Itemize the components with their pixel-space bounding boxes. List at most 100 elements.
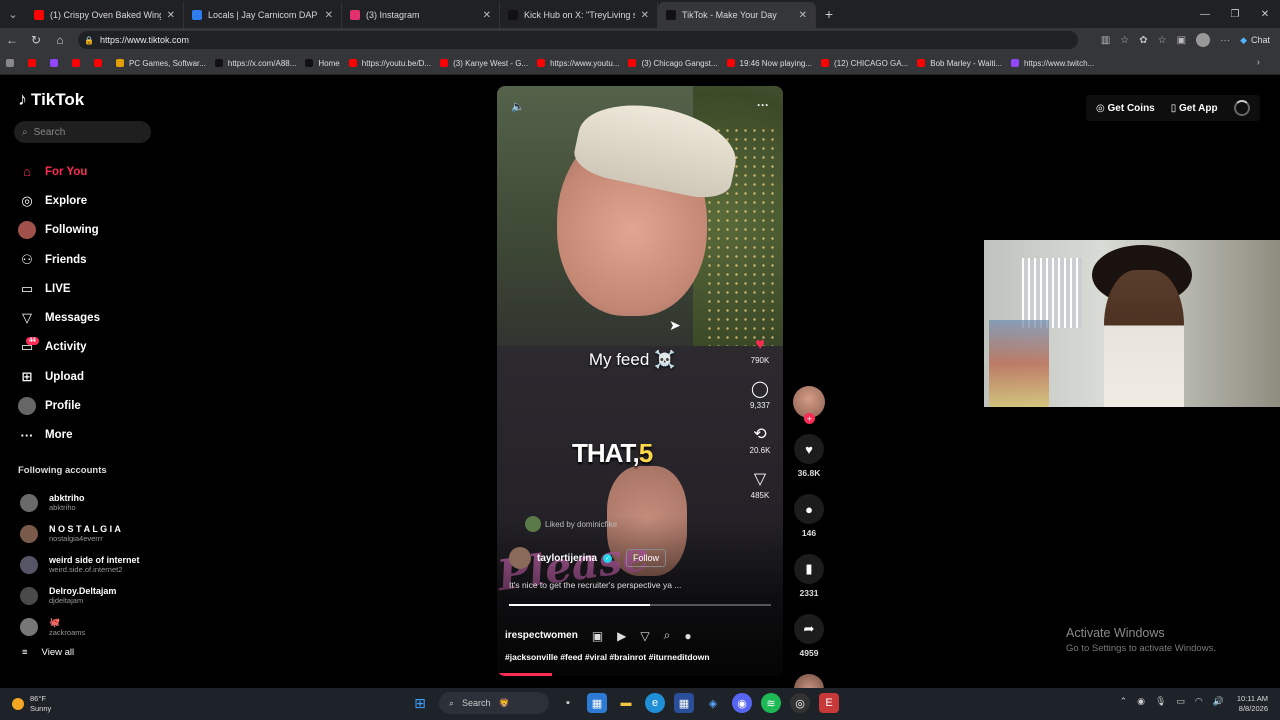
bookmark-item[interactable]: Bob Marley - Waiti... xyxy=(917,59,1002,68)
task-view-icon[interactable]: ▪ xyxy=(558,693,578,713)
video-player[interactable]: Please 🔈 ··· My feed ☠️ THAT,5 ♥790K◯9,3… xyxy=(497,86,783,676)
wifi-icon[interactable]: ◠ xyxy=(1195,696,1203,707)
bookmarks-apps-icon[interactable] xyxy=(6,59,19,67)
display-icon[interactable]: ▭ xyxy=(1176,696,1185,707)
following-account-item[interactable]: Delroy.Deltajam djdeltajam xyxy=(20,580,140,611)
bookmark-item[interactable]: https://x.com/A88... xyxy=(214,59,296,68)
new-tab-button[interactable]: + xyxy=(816,6,842,22)
tray-security-icon[interactable]: ◉ xyxy=(1137,696,1145,707)
tab-close-icon[interactable]: ✕ xyxy=(799,10,807,21)
search-input[interactable]: ⌕ Search xyxy=(14,121,151,143)
follow-plus-icon[interactable]: + xyxy=(804,413,815,424)
action-share-arrow[interactable]: ➦ 4959 xyxy=(792,614,826,658)
tab-list-chevron-icon[interactable]: ⌄ xyxy=(0,0,26,28)
video-inner-action[interactable]: ▽ 485K xyxy=(747,469,773,500)
browser-tab[interactable]: TikTok - Make Your Day ✕ xyxy=(658,2,816,28)
calculator-app-icon[interactable]: ▦ xyxy=(674,693,694,713)
extensions-icon[interactable]: ✿ xyxy=(1139,35,1147,46)
sidebar-item-profile[interactable]: ● Profile xyxy=(18,391,100,420)
back-icon[interactable]: ← xyxy=(0,33,24,47)
split-view-icon[interactable]: ▥ xyxy=(1101,35,1110,46)
photos-app-icon[interactable]: ▦ xyxy=(587,693,607,713)
url-input[interactable]: 🔒 https://www.tiktok.com xyxy=(78,31,1078,49)
bookmark-item[interactable]: (12) CHICAGO GA... xyxy=(821,59,908,68)
action-heart[interactable]: ♥ 36.8K xyxy=(792,434,826,478)
tab-close-icon[interactable]: ✕ xyxy=(483,10,491,21)
sidebar-item-friends[interactable]: ⚇ Friends xyxy=(18,245,100,274)
video-description[interactable]: It's nice to get the recruiter's perspec… xyxy=(509,580,719,590)
bookmark-item[interactable] xyxy=(50,59,63,68)
sidebar-item-following[interactable]: ● Following xyxy=(18,216,100,245)
spotify-app-icon[interactable]: ≋ xyxy=(761,693,781,713)
search-video-icon[interactable]: ⌕ xyxy=(664,628,671,643)
sidebar-item-activity[interactable]: ▭ Activity 44 xyxy=(18,333,100,362)
video-inner-action[interactable]: ♥ 790K xyxy=(747,336,773,365)
tab-close-icon[interactable]: ✕ xyxy=(641,10,649,21)
grid-icon[interactable]: ▣ xyxy=(592,629,603,643)
tiktok-logo[interactable]: ♪ TikTok xyxy=(18,89,84,110)
taskbar-search[interactable]: ⌕ Search 🦁 xyxy=(439,692,549,714)
video-progress-bar[interactable] xyxy=(509,604,771,606)
sidebar-item-more[interactable]: ··· More xyxy=(18,421,100,450)
microphone-icon[interactable]: 🎙 xyxy=(1155,696,1166,707)
browser-menu-icon[interactable]: ··· xyxy=(1220,35,1230,46)
bookmark-item[interactable]: https://www.youtu... xyxy=(537,59,619,68)
chat-button[interactable]: ◆ Chat xyxy=(1240,35,1270,46)
sidebar-item-explore[interactable]: ◎ Explore xyxy=(18,186,100,215)
profile-avatar[interactable] xyxy=(1196,33,1211,47)
weather-widget[interactable]: 86°F Sunny xyxy=(12,694,51,714)
epic-games-icon[interactable]: E xyxy=(819,693,839,713)
file-explorer-icon[interactable]: ▬ xyxy=(616,693,636,713)
get-coins-button[interactable]: ◎ Get Coins xyxy=(1096,103,1155,114)
home-icon[interactable]: ⌂ xyxy=(48,33,72,47)
browser-tab[interactable]: (1) Crispy Oven Baked Wings | #gt ✕ xyxy=(26,2,184,28)
tray-chevron-icon[interactable]: ⌃ xyxy=(1120,696,1128,707)
bookmark-item[interactable]: https://youtu.be/D... xyxy=(348,59,431,68)
collections-icon[interactable]: ▣ xyxy=(1177,35,1186,46)
sidebar-item-messages[interactable]: ▽ Messages xyxy=(18,303,100,332)
following-account-item[interactable]: abktriho abktriho xyxy=(20,487,140,518)
outlook-app-icon[interactable]: ◈ xyxy=(703,693,723,713)
bookmark-item[interactable]: https://www.twitch... xyxy=(1010,59,1094,68)
bottom-username[interactable]: irespectwomen xyxy=(505,630,578,641)
minimize-icon[interactable]: — xyxy=(1190,0,1220,28)
following-account-item[interactable]: 🐙 zackroams xyxy=(20,611,140,642)
browser-tab[interactable]: Kick Hub on X: "TreyLiving slaps L ✕ xyxy=(500,2,658,28)
sidebar-item-live[interactable]: ▭ LIVE xyxy=(18,274,100,303)
bookmark-item[interactable]: (3) Kanye West - G... xyxy=(440,59,528,68)
discord-app-icon[interactable]: ◉ xyxy=(732,693,752,713)
get-app-button[interactable]: ▯ Get App xyxy=(1171,103,1218,114)
creator-avatar[interactable]: + xyxy=(793,386,825,424)
video-inner-action[interactable]: ◯ 9,337 xyxy=(747,379,773,410)
bookmark-item[interactable] xyxy=(28,59,41,68)
author-avatar[interactable] xyxy=(509,547,531,569)
edge-browser-icon[interactable]: e xyxy=(645,693,665,713)
liked-by-row[interactable]: Liked by dominicfike xyxy=(525,516,617,532)
obs-app-icon[interactable]: ◎ xyxy=(790,693,810,713)
action-comment[interactable]: ● 146 xyxy=(792,494,826,538)
bookmark-item[interactable]: (3) Chicago Gangst... xyxy=(628,59,718,68)
video-hashtags[interactable]: #jacksonville #feed #viral #brainrot #it… xyxy=(505,652,710,662)
play-icon[interactable]: ▶ xyxy=(617,629,626,643)
following-account-item[interactable]: N O S T A L G I Anostalgia4everrr xyxy=(20,518,140,549)
reload-icon[interactable]: ↻ xyxy=(24,33,48,47)
send-icon[interactable]: ▽ xyxy=(640,629,649,643)
favorite-star-icon[interactable]: ☆ xyxy=(1120,35,1129,46)
author-name[interactable]: taylortijerina xyxy=(537,553,597,564)
bookmark-item[interactable]: Home xyxy=(305,59,340,68)
browser-tab[interactable]: Locals | Jay Carnicom DAP ✕ xyxy=(184,2,342,28)
taskbar-clock[interactable]: 10:11 AM 8/8/2026 xyxy=(1237,694,1268,714)
sidebar-item-for-you[interactable]: ⌂ For You xyxy=(18,157,100,186)
volume-tray-icon[interactable]: 🔊 xyxy=(1213,696,1224,707)
browser-tab[interactable]: (3) Instagram ✕ xyxy=(342,2,500,28)
tab-close-icon[interactable]: ✕ xyxy=(167,10,175,21)
bookmark-item[interactable] xyxy=(94,59,107,68)
favorites-icon[interactable]: ☆ xyxy=(1158,35,1167,46)
volume-icon[interactable]: 🔈 xyxy=(511,100,525,113)
bookmark-item[interactable]: 19:46 Now playing... xyxy=(726,59,812,68)
bookmarks-overflow-icon[interactable]: › xyxy=(1257,57,1260,68)
tab-close-icon[interactable]: ✕ xyxy=(325,10,333,21)
action-bookmark[interactable]: ▮ 2331 xyxy=(792,554,826,598)
follow-button[interactable]: Follow xyxy=(626,549,667,567)
start-windows-icon[interactable]: ⊞ xyxy=(410,693,430,713)
